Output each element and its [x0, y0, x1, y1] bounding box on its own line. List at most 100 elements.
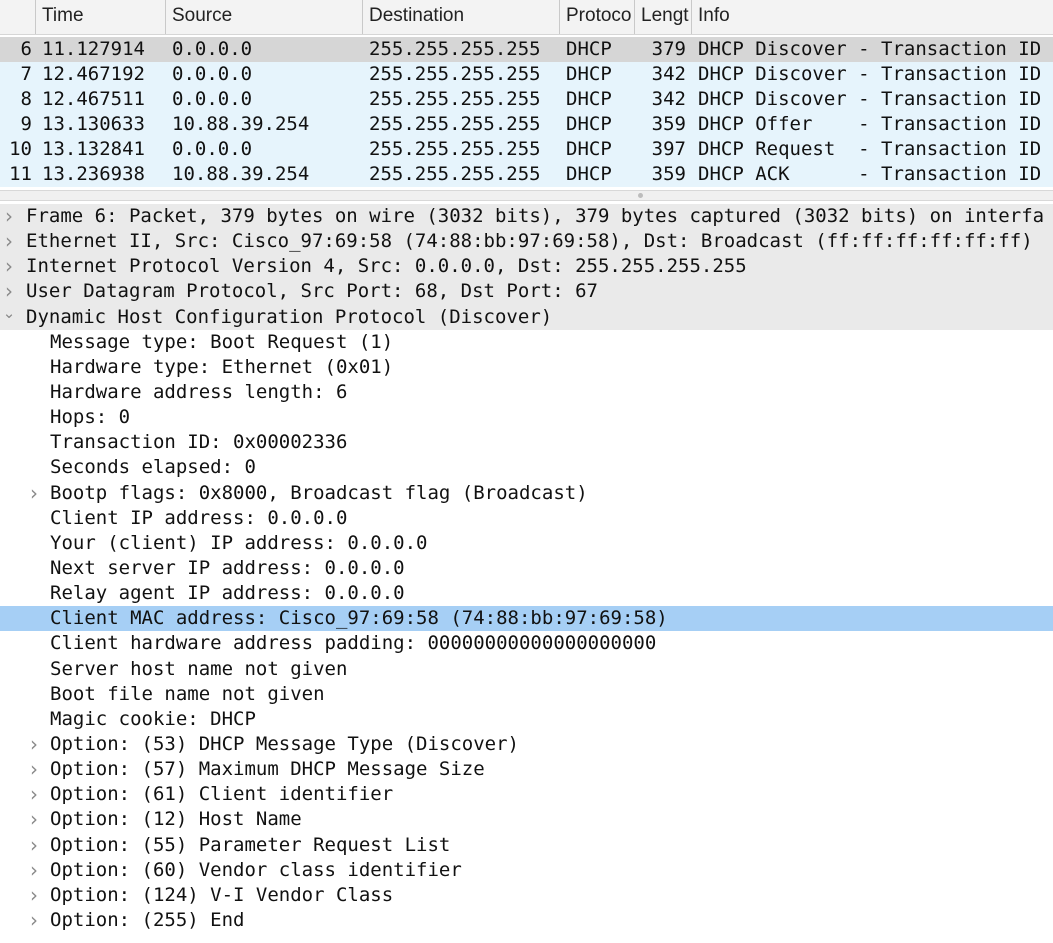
- cell-info: DHCP ACK - Transaction ID: [698, 163, 1042, 185]
- cell-no: 11: [9, 163, 32, 185]
- cell-source: 0.0.0.0: [172, 38, 253, 60]
- tree-item-label: Server host name not given: [50, 657, 348, 680]
- packet-row[interactable]: 10 13.132841 0.0.0.0 255.255.255.255 DHCP 397…: [0, 137, 1053, 162]
- packet-rows: 6 11.127914 0.0.0.0 255.255.255.255 DHCP 379 D…: [0, 37, 1053, 187]
- tree-item-field[interactable]: › Option: (12) Host Name: [0, 807, 1053, 832]
- tree-item-field[interactable]: › Option: (55) Parameter Request List: [0, 833, 1053, 858]
- tree-item-protocol[interactable]: › Internet Protocol Version 4, Src: 0.0.0…: [0, 254, 1053, 280]
- cell-protocol: DHCP: [566, 163, 612, 185]
- tree-item-label: Option: (57) Maximum DHCP Message Size: [50, 758, 485, 781]
- cell-destination: 255.255.255.255: [369, 88, 541, 110]
- cell-length: 342: [651, 63, 686, 85]
- splitter-handle-icon: [638, 193, 643, 198]
- tree-item-label: Client IP address: 0.0.0.0: [50, 506, 348, 529]
- tree-item-label: Message type: Boot Request (1): [50, 330, 394, 353]
- tree-item-field[interactable]: Hardware address length: 6: [0, 380, 1053, 405]
- tree-item-field[interactable]: Message type: Boot Request (1): [0, 330, 1053, 355]
- chevron-right-icon[interactable]: ›: [2, 254, 16, 279]
- tree-item-field[interactable]: Your (client) IP address: 0.0.0.0: [0, 531, 1053, 556]
- tree-item-field[interactable]: › Option: (61) Client identifier: [0, 782, 1053, 807]
- chevron-right-icon[interactable]: ›: [27, 833, 41, 858]
- tree-item-field[interactable]: Hardware type: Ethernet (0x01): [0, 355, 1053, 380]
- tree-item-protocol[interactable]: › Frame 6: Packet, 379 bytes on wire (303…: [0, 204, 1053, 230]
- cell-length: 342: [651, 88, 686, 110]
- tree-item-label: Option: (60) Vendor class identifier: [50, 858, 462, 881]
- tree-item-field[interactable]: › Option: (255) End: [0, 908, 1053, 933]
- tree-item-field[interactable]: › Bootp flags: 0x8000, Broadcast flag (Br…: [0, 481, 1053, 506]
- tree-item-field[interactable]: › Option: (60) Vendor class identifier: [0, 858, 1053, 883]
- tree-item-field[interactable]: Client IP address: 0.0.0.0: [0, 506, 1053, 531]
- tree-item-field[interactable]: Transaction ID: 0x00002336: [0, 430, 1053, 455]
- tree-item-protocol[interactable]: › User Datagram Protocol, Src Port: 68, D…: [0, 279, 1053, 305]
- tree-item-field[interactable]: › Option: (124) V-I Vendor Class: [0, 883, 1053, 908]
- cell-info: DHCP Discover - Transaction ID: [698, 38, 1042, 60]
- tree-item-label: Dynamic Host Configuration Protocol (Dis…: [26, 305, 553, 328]
- cell-destination: 255.255.255.255: [369, 113, 541, 135]
- cell-protocol: DHCP: [566, 63, 612, 85]
- tree-item-label: Transaction ID: 0x00002336: [50, 431, 348, 454]
- chevron-right-icon[interactable]: ›: [27, 908, 41, 933]
- cell-protocol: DHCP: [566, 113, 612, 135]
- cell-protocol: DHCP: [566, 38, 612, 60]
- tree-item-field[interactable]: Relay agent IP address: 0.0.0.0: [0, 581, 1053, 606]
- cell-source: 0.0.0.0: [172, 63, 253, 85]
- chevron-right-icon[interactable]: ›: [27, 732, 41, 757]
- tree-item-field[interactable]: Client MAC address: Cisco_97:69:58 (74:8…: [0, 606, 1053, 632]
- chevron-right-icon[interactable]: ›: [27, 858, 41, 883]
- tree-item-label: Hardware type: Ethernet (0x01): [50, 355, 394, 378]
- tree-item-protocol[interactable]: › Ethernet II, Src: Cisco_97:69:58 (74:88…: [0, 229, 1053, 255]
- tree-item-label: Your (client) IP address: 0.0.0.0: [50, 531, 428, 554]
- cell-source: 10.88.39.254: [172, 113, 310, 135]
- column-header-destination[interactable]: Destination: [363, 0, 560, 34]
- tree-item-field[interactable]: Server host name not given: [0, 657, 1053, 682]
- column-header-source[interactable]: Source: [166, 0, 363, 34]
- chevron-right-icon[interactable]: ›: [27, 883, 41, 908]
- packet-row[interactable]: 6 11.127914 0.0.0.0 255.255.255.255 DHCP 379 D…: [0, 37, 1053, 62]
- column-header-info[interactable]: Info: [692, 0, 1053, 34]
- cell-length: 359: [651, 113, 686, 135]
- chevron-right-icon[interactable]: ›: [27, 807, 41, 832]
- packet-row[interactable]: 7 12.467192 0.0.0.0 255.255.255.255 DHCP 342 D…: [0, 62, 1053, 87]
- chevron-right-icon[interactable]: ›: [27, 782, 41, 807]
- chevron-right-icon[interactable]: ›: [2, 204, 16, 229]
- pane-splitter[interactable]: [0, 190, 1053, 201]
- packet-row[interactable]: 8 12.467511 0.0.0.0 255.255.255.255 DHCP 342 D…: [0, 87, 1053, 112]
- tree-item-label: Option: (55) Parameter Request List: [50, 833, 451, 856]
- tree-item-label: Option: (124) V-I Vendor Class: [50, 883, 394, 906]
- tree-item-label: Option: (61) Client identifier: [50, 783, 394, 806]
- packet-row[interactable]: 9 13.130633 10.88.39.254 255.255.255.255 DHC…: [0, 112, 1053, 137]
- tree-item-label: Option: (255) End: [50, 908, 245, 931]
- cell-destination: 255.255.255.255: [369, 63, 541, 85]
- tree-item-label: Option: (12) Host Name: [50, 808, 302, 831]
- cell-destination: 255.255.255.255: [369, 138, 541, 160]
- cell-no: 8: [20, 88, 32, 110]
- tree-item-field[interactable]: Boot file name not given: [0, 682, 1053, 707]
- cell-info: DHCP Offer - Transaction ID: [698, 113, 1042, 135]
- column-header-no[interactable]: [0, 0, 36, 34]
- chevron-right-icon[interactable]: ›: [27, 481, 41, 506]
- tree-item-field[interactable]: Hops: 0: [0, 405, 1053, 430]
- tree-item-field[interactable]: Client hardware address padding: 0000000…: [0, 631, 1053, 656]
- chevron-right-icon[interactable]: ›: [2, 229, 16, 254]
- cell-destination: 255.255.255.255: [369, 38, 541, 60]
- chevron-right-icon[interactable]: ›: [2, 279, 16, 304]
- packet-details-pane[interactable]: › Frame 6: Packet, 379 bytes on wire (303…: [0, 204, 1053, 943]
- packet-list-pane[interactable]: Time Source Destination Protoco Lengt In…: [0, 0, 1053, 196]
- column-header-length[interactable]: Lengt: [635, 0, 692, 34]
- packet-row[interactable]: 11 13.236938 10.88.39.254 255.255.255.255 DH…: [0, 162, 1053, 187]
- tree-item-field[interactable]: Magic cookie: DHCP: [0, 707, 1053, 732]
- cell-time: 13.130633: [42, 113, 145, 135]
- cell-no: 10: [9, 138, 32, 160]
- column-header-time[interactable]: Time: [36, 0, 166, 34]
- column-header-protocol[interactable]: Protoco: [560, 0, 635, 34]
- chevron-down-icon[interactable]: ⌄: [2, 305, 16, 330]
- tree-item-label: Next server IP address: 0.0.0.0: [50, 556, 405, 579]
- cell-info: DHCP Discover - Transaction ID: [698, 63, 1042, 85]
- tree-item-field[interactable]: › Option: (57) Maximum DHCP Message Size: [0, 757, 1053, 782]
- tree-item-field[interactable]: Seconds elapsed: 0: [0, 455, 1053, 480]
- cell-protocol: DHCP: [566, 138, 612, 160]
- chevron-right-icon[interactable]: ›: [27, 757, 41, 782]
- tree-item-field[interactable]: Next server IP address: 0.0.0.0: [0, 556, 1053, 581]
- tree-item-protocol[interactable]: ⌄ Dynamic Host Configuration Protocol (Di…: [0, 304, 1053, 330]
- tree-item-field[interactable]: › Option: (53) DHCP Message Type (Discove…: [0, 732, 1053, 757]
